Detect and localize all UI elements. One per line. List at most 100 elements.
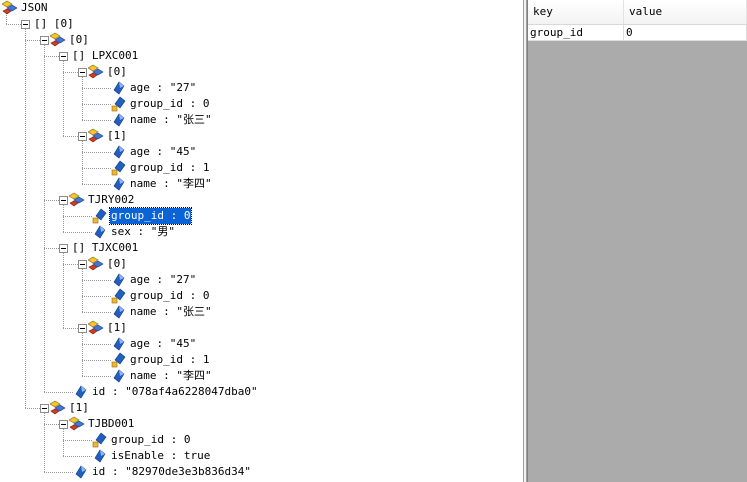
tree-node-label: isEnable : true	[111, 449, 211, 462]
json-string-icon	[111, 336, 127, 352]
collapse-toggle-icon[interactable]	[21, 20, 30, 29]
tree-connector-line	[63, 440, 92, 441]
tree-connector-line	[82, 333, 83, 376]
tree-node-object[interactable]: [1]	[87, 128, 128, 144]
json-number-icon	[92, 208, 108, 224]
tree-leaf-string[interactable]: sex : "男"	[92, 224, 176, 240]
tree-node-label: id : "82970de3e3b836d34"	[92, 465, 251, 478]
collapse-toggle-icon[interactable]	[78, 68, 87, 77]
tree-node-object[interactable]: TJRY002	[68, 192, 135, 208]
tree-leaf-string[interactable]: name : "李四"	[111, 368, 213, 384]
tree-leaf-string[interactable]: name : "张三"	[111, 112, 213, 128]
collapse-toggle-icon[interactable]	[78, 132, 87, 141]
tree-leaf-number[interactable]: group_id : 0	[111, 96, 210, 112]
json-object-icon	[1, 0, 18, 16]
tree-connector-line	[82, 141, 83, 184]
collapse-toggle-icon[interactable]	[59, 244, 68, 253]
tree-connector-line	[82, 280, 111, 281]
tree-node-label-selected: group_id : 0	[108, 207, 193, 225]
collapse-toggle-icon[interactable]	[59, 420, 68, 429]
property-grid-header: key value	[528, 0, 747, 25]
tree-connector-line	[6, 24, 21, 25]
tree-leaf-string[interactable]: id : "078af4a6228047dba0"	[73, 384, 259, 400]
tree-leaf-number[interactable]: group_id : 0	[92, 207, 193, 225]
tree-connector-line	[63, 429, 64, 456]
json-object-icon	[68, 192, 85, 208]
tree-connector-line	[44, 424, 59, 425]
tree-node-object[interactable]: TJBD001	[68, 416, 135, 432]
tree-node-object[interactable]: JSON	[1, 0, 49, 16]
tree-node-label: TJBD001	[88, 417, 135, 430]
collapse-toggle-icon[interactable]	[40, 404, 49, 413]
tree-node-label: group_id : 1	[130, 161, 210, 174]
tree-leaf-number[interactable]: group_id : 1	[111, 160, 210, 176]
collapse-toggle-icon[interactable]	[59, 52, 68, 61]
json-string-icon	[92, 448, 108, 464]
key-column-header[interactable]: key	[528, 0, 624, 24]
json-string-icon	[92, 224, 108, 240]
tree-node-array[interactable]: [] LPXC001	[69, 48, 139, 64]
tree-leaf-string[interactable]: age : "45"	[111, 336, 197, 352]
tree-connector-line	[44, 45, 45, 392]
tree-node-label: name : "李四"	[130, 369, 212, 382]
tree-connector-line	[44, 200, 59, 201]
property-row[interactable]: group_id 0	[528, 25, 747, 41]
tree-node-label: [] [0]	[34, 17, 74, 30]
tree-connector-line	[44, 248, 59, 249]
tree-node-label: group_id : 0	[130, 97, 210, 110]
tree-connector-line	[25, 40, 40, 41]
tree-node-object[interactable]: [0]	[87, 64, 128, 80]
tree-connector-line	[44, 56, 59, 57]
tree-connector-line	[82, 88, 111, 89]
tree-node-label: group_id : 0	[111, 433, 191, 446]
tree-node-label: JSON	[21, 1, 48, 14]
tree-connector-line	[25, 29, 26, 408]
json-number-icon	[111, 160, 127, 176]
tree-connector-line	[82, 104, 111, 105]
value-column-header[interactable]: value	[624, 0, 747, 24]
tree-leaf-number[interactable]: group_id : 0	[92, 432, 191, 448]
tree-node-array[interactable]: [] TJXC001	[69, 240, 139, 256]
json-number-icon	[111, 96, 127, 112]
json-string-icon	[73, 384, 89, 400]
tree-node-label: group_id : 1	[130, 353, 210, 366]
tree-connector-line	[82, 269, 83, 312]
tree-node-object[interactable]: [1]	[87, 320, 128, 336]
tree-node-object[interactable]: [0]	[49, 32, 90, 48]
tree-node-object[interactable]: [1]	[49, 400, 90, 416]
collapse-toggle-icon[interactable]	[40, 36, 49, 45]
tree-leaf-string[interactable]: id : "82970de3e3b836d34"	[73, 464, 252, 480]
tree-connector-line	[63, 205, 64, 232]
tree-connector-line	[63, 232, 92, 233]
tree-node-array[interactable]: [] [0]	[31, 16, 75, 32]
tree-connector-line	[82, 296, 111, 297]
tree-leaf-string[interactable]: age : "27"	[111, 272, 197, 288]
tree-leaf-string[interactable]: isEnable : true	[92, 448, 211, 464]
tree-connector-line	[63, 328, 78, 329]
property-grid: key value group_id 0	[527, 0, 747, 482]
tree-node-label: [0]	[107, 65, 127, 78]
json-object-icon	[87, 256, 104, 272]
tree-leaf-string[interactable]: age : "27"	[111, 80, 197, 96]
json-tree-view[interactable]: JSON[] [0] [0][] LPXC001 [0] age : "27" …	[0, 0, 523, 482]
tree-connector-line	[82, 77, 83, 120]
json-string-icon	[111, 304, 127, 320]
collapse-toggle-icon[interactable]	[78, 324, 87, 333]
tree-node-label: sex : "男"	[111, 225, 175, 238]
property-value-cell[interactable]: 0	[624, 25, 747, 41]
tree-leaf-string[interactable]: name : "张三"	[111, 304, 213, 320]
tree-leaf-string[interactable]: age : "45"	[111, 144, 197, 160]
json-object-icon	[87, 320, 104, 336]
tree-connector-line	[82, 120, 111, 121]
json-number-icon	[111, 352, 127, 368]
property-key-cell: group_id	[528, 25, 624, 41]
tree-leaf-number[interactable]: group_id : 0	[111, 288, 210, 304]
tree-node-label: age : "27"	[130, 81, 197, 94]
collapse-toggle-icon[interactable]	[78, 260, 87, 269]
collapse-toggle-icon[interactable]	[59, 196, 68, 205]
tree-leaf-number[interactable]: group_id : 1	[111, 352, 210, 368]
tree-node-label: [] TJXC001	[72, 241, 139, 254]
tree-node-label: group_id : 0	[130, 289, 210, 302]
tree-leaf-string[interactable]: name : "李四"	[111, 176, 213, 192]
tree-node-object[interactable]: [0]	[87, 256, 128, 272]
